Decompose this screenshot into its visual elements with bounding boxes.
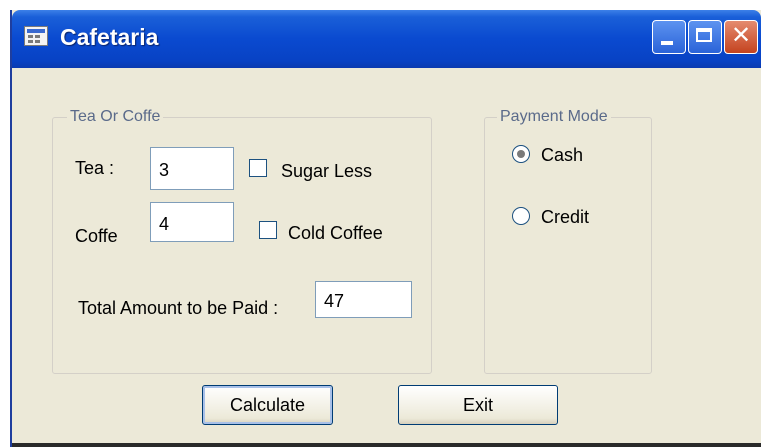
total-amount-label: Total Amount to be Paid : — [78, 298, 279, 318]
total-amount-input[interactable] — [315, 281, 412, 318]
cash-radio[interactable] — [512, 145, 530, 163]
order-group-label: Tea Or Coffe — [67, 108, 164, 126]
cafetaria-window: Cafetaria ✕ Tea Or Coffe Tea : Sugar Les… — [10, 10, 761, 447]
credit-radio[interactable] — [512, 207, 530, 225]
close-icon: ✕ — [730, 22, 752, 49]
window-bottom-border — [12, 443, 761, 447]
tea-label: Tea : — [75, 158, 115, 178]
sugar-less-label: Sugar Less — [281, 161, 373, 181]
credit-label: Credit — [541, 207, 590, 227]
cold-coffee-checkbox[interactable] — [259, 221, 277, 239]
calculate-button[interactable]: Calculate — [202, 385, 333, 425]
coffe-label: Coffe — [75, 226, 118, 246]
cash-label: Cash — [541, 145, 584, 165]
form-window-icon — [24, 26, 48, 46]
minimize-button[interactable] — [652, 20, 686, 54]
close-button[interactable]: ✕ — [724, 20, 758, 54]
window-title: Cafetaria — [60, 24, 159, 50]
cold-coffee-label: Cold Coffee — [288, 223, 383, 243]
title-bar[interactable]: Cafetaria ✕ — [12, 10, 761, 68]
sugar-less-checkbox[interactable] — [249, 159, 267, 177]
coffe-quantity-input[interactable] — [150, 202, 234, 242]
exit-button[interactable]: Exit — [398, 385, 558, 425]
payment-group-label: Payment Mode — [497, 108, 611, 126]
tea-quantity-input[interactable] — [150, 147, 234, 190]
maximize-button[interactable] — [688, 20, 722, 54]
